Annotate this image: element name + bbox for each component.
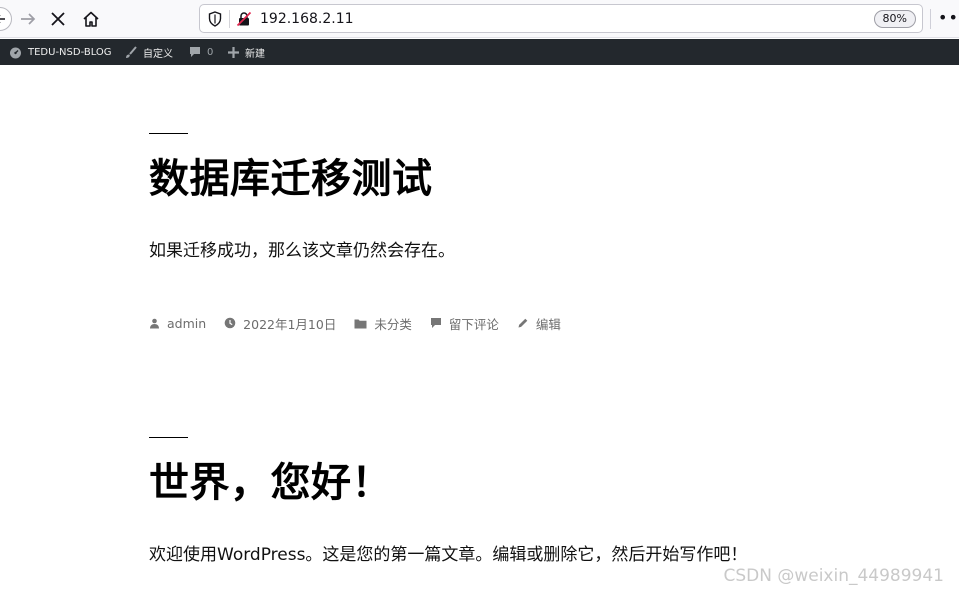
post-divider [149, 437, 188, 438]
arrow-left-icon [0, 15, 5, 23]
comment-icon [190, 47, 200, 57]
insecure-lock-icon[interactable] [236, 11, 252, 27]
new-label: 新建 [245, 48, 265, 60]
plus-icon [228, 46, 239, 58]
forward-button[interactable] [16, 7, 40, 31]
folder-icon [354, 319, 367, 328]
admin-bar-customize[interactable]: 自定义 [124, 39, 173, 65]
close-icon [51, 12, 65, 26]
home-button[interactable] [79, 7, 103, 31]
post-date-text: 2022年1月10日 [243, 316, 337, 332]
post-author-name: admin [167, 315, 207, 331]
post-meta: admin 2022年1月10日 未分类 留下评论 编辑 [149, 313, 579, 333]
browser-toolbar: 192.168.2.11 80% ••• [0, 0, 959, 38]
comments-count: 0 [207, 46, 214, 58]
pencil-icon [518, 318, 528, 328]
site-name: TEDU-NSD-BLOG [28, 46, 112, 58]
more-menu-button[interactable]: ••• [938, 8, 959, 28]
clock-icon [224, 317, 236, 329]
post-author[interactable]: admin [149, 316, 206, 331]
customize-label: 自定义 [143, 48, 173, 60]
url-text[interactable]: 192.168.2.11 [260, 10, 354, 28]
post-divider [149, 133, 188, 134]
zoom-level[interactable]: 80% [873, 10, 916, 28]
admin-bar-comments[interactable]: 0 [189, 39, 213, 65]
toolbar-separator [930, 9, 931, 29]
arrow-right-icon [21, 13, 36, 25]
wp-admin-bar: TEDU-NSD-BLOG 自定义 0 新建 [0, 39, 959, 65]
stop-button[interactable] [46, 7, 70, 31]
person-icon [150, 318, 159, 328]
post-comment-link[interactable]: 留下评论 [430, 314, 499, 333]
dashboard-icon [10, 47, 21, 58]
admin-bar-site[interactable]: TEDU-NSD-BLOG [9, 39, 112, 65]
home-icon [83, 11, 99, 27]
post-edit-text: 编辑 [535, 316, 561, 332]
paintbrush-icon [126, 45, 137, 58]
post-title-link[interactable]: 数据库迁移测试 [149, 155, 433, 203]
post-excerpt: 欢迎使用WordPress。这是您的第一篇文章。编辑或删除它，然后开始写作吧！ [149, 545, 748, 565]
csdn-watermark: CSDN @weixin_44989941 [723, 566, 944, 586]
address-bar[interactable]: 192.168.2.11 80% [199, 4, 923, 33]
url-separator [229, 10, 230, 28]
post-category-text: 未分类 [374, 316, 412, 332]
back-button[interactable] [0, 7, 12, 31]
comment-icon [430, 318, 441, 328]
post-edit-link[interactable]: 编辑 [517, 314, 561, 333]
post-excerpt: 如果迁移成功，那么该文章仍然会存在。 [149, 241, 455, 261]
post-comment-text: 留下评论 [448, 316, 499, 332]
post-title-link[interactable]: 世界，您好！ [149, 459, 392, 507]
admin-bar-new[interactable]: 新建 [228, 39, 265, 65]
post-date[interactable]: 2022年1月10日 [224, 314, 336, 333]
post-category[interactable]: 未分类 [354, 314, 412, 333]
shield-icon[interactable] [208, 11, 222, 27]
